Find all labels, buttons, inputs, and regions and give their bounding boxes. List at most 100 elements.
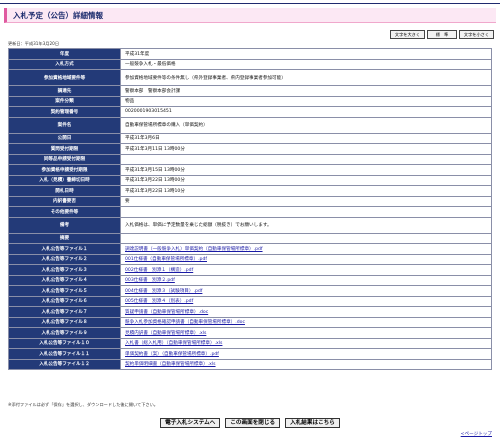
file-link[interactable]: 入札書（総入札用）（自動車保管場所標章）.xls [125, 341, 222, 346]
row-value: 警察本部 警察本部会計課 [120, 85, 492, 97]
close-window-button[interactable]: この画面を閉じる [225, 418, 281, 428]
text-standard-button[interactable]: 標 準 [427, 30, 457, 39]
row-label: 参加資格地域要件等 [8, 69, 121, 86]
detail-table: 年度 平成31年度 入札方式 一般競争入札・最低価格 参加資格地域要件等 参加資格地域要件… [8, 48, 492, 370]
row-value: 入札価格は、単価に予定数量を乗じた総額（税抜き）でお願いします。 [120, 216, 492, 234]
row-value: 平成31年3月22日 13時00分 [120, 174, 492, 186]
table-row: 質問受付期限 平成31年3月11日 13時00分 [8, 143, 492, 155]
table-row: 入札公告等ファイル６ 005仕様書 別添４（別表）.pdf [8, 295, 492, 307]
row-value: 001仕様書（自動車保管場所標章）.pdf [120, 253, 492, 265]
row-label: 入札公告等ファイル７ [8, 306, 121, 318]
row-value: 004仕様書 別添３（試験項目）.pdf [120, 285, 492, 297]
row-label: 契約管理番号 [8, 106, 121, 118]
row-value: 平成31年度 [120, 48, 492, 60]
table-row: 入札公告等ファイル１２ 契約単価明細書（自動車保管場所標章）.xls [8, 358, 492, 370]
table-row: 入札公告等ファイル１０ 入札書（総入札用）（自動車保管場所標章）.xls [8, 337, 492, 349]
row-value: 参加資格地域要件等の条件無し（県外登録事業者、県内登録事業者参加可能） [120, 69, 492, 86]
row-label: 同等品申請受付期限 [8, 153, 121, 165]
row-label: 公開日 [8, 132, 121, 144]
row-label: 案件名 [8, 116, 121, 134]
row-label: 年度 [8, 48, 121, 60]
row-value: 自動車保管場所標章の購入（単価契約） [120, 116, 492, 134]
row-label: 入札公告等ファイル９ [8, 327, 121, 339]
top-border-line [0, 3, 500, 4]
file-link[interactable]: 質疑申請書（自動車保管場所標章）.doc [125, 310, 208, 315]
row-label: 入札公告等ファイル１２ [8, 358, 121, 370]
file-link[interactable]: 003仕様書 別添２.pdf [125, 278, 175, 283]
text-larger-button[interactable]: 文字を大きく [390, 30, 425, 39]
table-row: 同等品申請受付期限 [8, 153, 492, 165]
file-link[interactable]: 見積内訳書（自動車保管場所標章）.xls [125, 331, 206, 336]
file-link[interactable]: 005仕様書 別添４（別表）.pdf [125, 299, 193, 304]
file-link[interactable]: 001仕様書（自動車保管場所標章）.pdf [125, 257, 207, 262]
row-value: 005仕様書 別添４（別表）.pdf [120, 295, 492, 307]
row-value: 見積内訳書（自動車保管場所標章）.xls [120, 327, 492, 339]
row-value: 平成31年3月6日 [120, 132, 492, 144]
row-value: 平成31年3月15日 13時00分 [120, 164, 492, 176]
row-value: 契約単価明細書（自動車保管場所標章）.xls [120, 358, 492, 370]
row-label: 調達先 [8, 85, 121, 97]
attachment-note: ※添付ファイルは必ず「保存」を選択し、ダウンロードした後に開いて下さい。 [8, 402, 158, 407]
table-row: 案件分類 物品 [8, 95, 492, 107]
row-label: 入札（見積）書締切日時 [8, 174, 121, 186]
table-row: 入札公告等ファイル４ 003仕様書 別添２.pdf [8, 274, 492, 286]
table-row: 入札公告等ファイル５ 004仕様書 別添３（試験項目）.pdf [8, 285, 492, 297]
row-label: 入札公告等ファイル１０ [8, 337, 121, 349]
table-row: 案件名 自動車保管場所標章の購入（単価契約） [8, 116, 492, 134]
file-link[interactable]: 契約単価明細書（自動車保管場所標章）.xls [125, 362, 216, 367]
file-link[interactable]: 競争入札参加資格確認申請書（自動車保管場所標章）.doc [125, 320, 245, 325]
row-value: 調達説明書（一般競争入札）単価契約（自動車保管場所標章）.pdf [120, 243, 492, 255]
row-label: 質問受付期限 [8, 143, 121, 155]
row-value: 002仕様書 別添１（構造）.pdf [120, 264, 492, 276]
e-bidding-system-button[interactable]: 電子入札システムへ [160, 418, 221, 428]
row-value: 平成31年3月22日 13時10分 [120, 185, 492, 197]
table-row: 公開日 平成31年3月6日 [8, 132, 492, 144]
row-value: 入札書（総入札用）（自動車保管場所標章）.xls [120, 337, 492, 349]
row-value: 物品 [120, 95, 492, 107]
row-value: 0020001903015451 [120, 106, 492, 118]
row-label: 備考 [8, 216, 121, 234]
table-row: 入札公告等ファイル９ 見積内訳書（自動車保管場所標章）.xls [8, 327, 492, 339]
table-row: 摘要 [8, 232, 492, 244]
row-label: その他要件等 [8, 206, 121, 218]
table-row: 参加資格地域要件等 参加資格地域要件等の条件無し（県外登録事業者、県内登録事業者参… [8, 69, 492, 86]
page-title: 入札予定（公告）詳細情報 [13, 11, 103, 20]
row-label: 入札公告等ファイル２ [8, 253, 121, 265]
row-value: 要 [120, 195, 492, 207]
bid-results-button[interactable]: 入札結果はこちら [285, 418, 340, 428]
row-value: 一般競争入札・最低価格 [120, 58, 492, 70]
row-value: 平成31年3月11日 13時00分 [120, 143, 492, 155]
table-row: 契約管理番号 0020001903015451 [8, 106, 492, 118]
table-row: 入札公告等ファイル１ 調達説明書（一般競争入札）単価契約（自動車保管場所標章）.p… [8, 243, 492, 255]
table-row: 入札公告等ファイル７ 質疑申請書（自動車保管場所標章）.doc [8, 306, 492, 318]
table-row: 内訳書要否要 [8, 195, 492, 207]
file-link[interactable]: 調達説明書（一般競争入札）単価契約（自動車保管場所標章）.pdf [125, 247, 263, 252]
row-label: 参加資格申請受付期限 [8, 164, 121, 176]
row-value: 003仕様書 別添２.pdf [120, 274, 492, 286]
file-link[interactable]: 004仕様書 別添３（試験項目）.pdf [125, 289, 202, 294]
row-label: 摘要 [8, 232, 121, 244]
table-row: 備考 入札価格は、単価に予定数量を乗じた総額（税抜き）でお願いします。 [8, 216, 492, 234]
file-link[interactable]: 単価契約書（案）（自動車保管場所標章）.pdf [125, 352, 219, 357]
table-row: 入札公告等ファイル１１ 単価契約書（案）（自動車保管場所標章）.pdf [8, 348, 492, 360]
row-label: 入札方式 [8, 58, 121, 70]
row-label: 内訳書要否 [8, 195, 121, 207]
row-label: 入札公告等ファイル１ [8, 243, 121, 255]
row-label: 入札公告等ファイル４ [8, 274, 121, 286]
table-row: 入札方式 一般競争入札・最低価格 [8, 58, 492, 70]
table-row: 入札（見積）書締切日時 平成31年3月22日 13時00分 [8, 174, 492, 186]
row-value: 質疑申請書（自動車保管場所標章）.doc [120, 306, 492, 318]
text-smaller-button[interactable]: 文字を小さく [459, 30, 494, 39]
updated-date: 更新日：平成31年3月20日 [8, 41, 60, 46]
bottom-buttons: 電子入札システムへ この画面を閉じる 入札結果はこちら [0, 418, 500, 428]
row-label: 入札公告等ファイル１１ [8, 348, 121, 360]
table-row: 開札日時 平成31年3月22日 13時10分 [8, 185, 492, 197]
table-row: 入札公告等ファイル２ 001仕様書（自動車保管場所標章）.pdf [8, 253, 492, 265]
table-row: 年度 平成31年度 [8, 48, 492, 60]
row-value: 単価契約書（案）（自動車保管場所標章）.pdf [120, 348, 492, 360]
row-value: 競争入札参加資格確認申請書（自動車保管場所標章）.doc [120, 316, 492, 328]
file-link[interactable]: 002仕様書 別添１（構造）.pdf [125, 268, 193, 273]
page-top-link[interactable]: <ページトップ [461, 431, 492, 437]
page-header: 入札予定（公告）詳細情報 [4, 8, 496, 23]
table-row: 参加資格申請受付期限 平成31年3月15日 13時00分 [8, 164, 492, 176]
